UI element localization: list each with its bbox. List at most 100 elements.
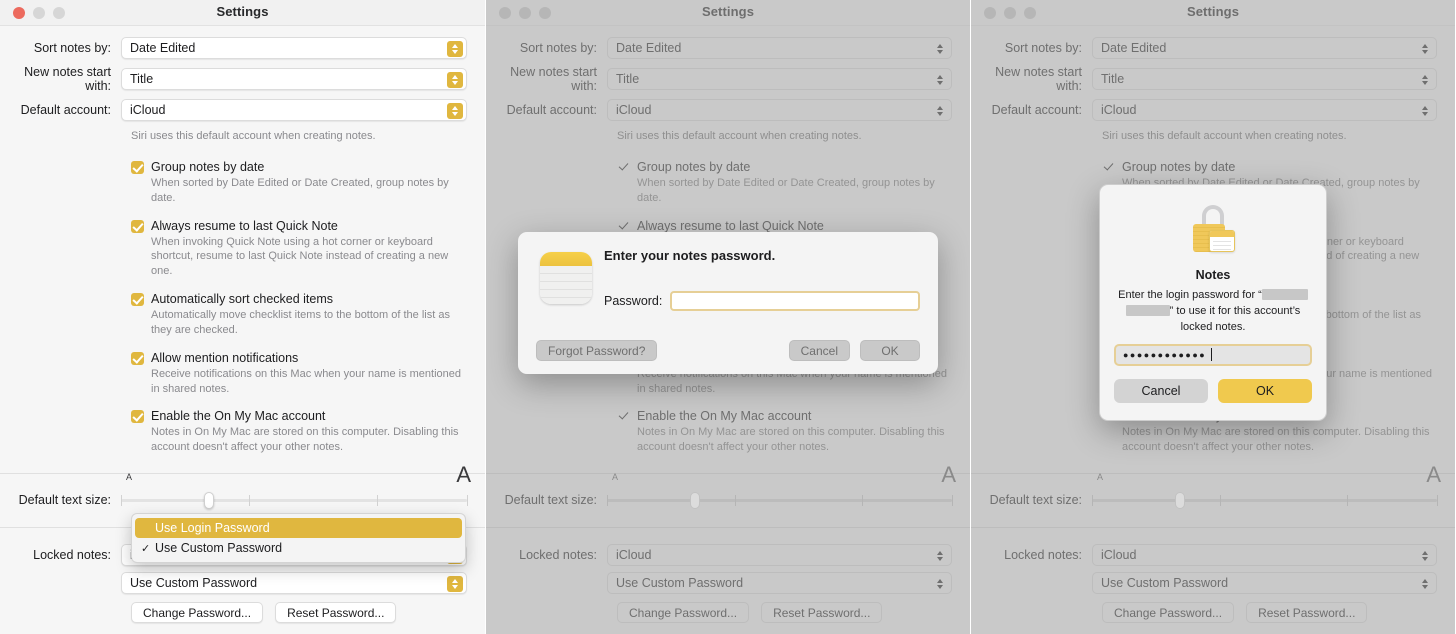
row-sort-notes-by: Sort notes by: Date Edited (504, 37, 952, 59)
titlebar-3: Settings (971, 0, 1455, 26)
chevron-updown-icon[interactable] (932, 576, 948, 592)
reset-password-button[interactable]: Reset Password... (1246, 602, 1368, 624)
checkbox-icon[interactable] (131, 293, 144, 307)
checkbox-icon[interactable] (617, 220, 630, 233)
checkbox-label: Group notes by date (1122, 159, 1236, 174)
select-locked-notes-method[interactable]: Use Custom Password (1092, 572, 1437, 595)
chevron-updown-icon[interactable] (932, 72, 948, 88)
select-default-account[interactable]: iCloud (607, 99, 952, 121)
hint-siri: Siri uses this default account when crea… (131, 130, 376, 142)
select-locked-notes-method[interactable]: Use Custom Password (607, 572, 952, 595)
checkbox-group-notes-by-date[interactable]: Group notes by date When sorted by Date … (131, 160, 467, 206)
select-sort-notes-by[interactable]: Date Edited (121, 37, 467, 59)
slider-default-text-size[interactable]: A A (1092, 464, 1441, 510)
checkbox-icon[interactable] (617, 161, 630, 174)
checkbox-enable-on-my-mac[interactable]: Enable the On My Mac account Notes in On… (617, 409, 952, 455)
message-part-3: locked notes. (1180, 320, 1246, 333)
checkbox-icon[interactable] (1102, 161, 1115, 174)
chevron-updown-icon[interactable] (447, 72, 463, 88)
chevron-updown-icon[interactable] (447, 576, 463, 593)
forgot-password-button[interactable]: Forgot Password? (536, 340, 658, 361)
select-locked-notes-method-value: Use Custom Password (1101, 576, 1229, 591)
redacted-account-name-1 (1261, 289, 1308, 300)
label-locked-notes: Locked notes: (1004, 548, 1082, 563)
row-default-text-size: Default text size: A A (504, 464, 956, 510)
notes-password-dialog: Enter your notes password. Password: For… (518, 232, 938, 374)
cancel-button[interactable]: Cancel (788, 340, 850, 361)
checkbox-icon[interactable] (617, 410, 630, 423)
select-default-account[interactable]: iCloud (1092, 99, 1437, 121)
checkbox-description: Notes in On My Mac are stored on this co… (1122, 426, 1430, 454)
chevron-updown-icon[interactable] (932, 103, 948, 119)
row-sort-notes-by: Sort notes by: Date Edited (18, 37, 467, 59)
change-password-button[interactable]: Change Password... (1102, 602, 1235, 624)
ok-button[interactable]: OK (860, 340, 920, 361)
checkbox-label: Automatically sort checked items (151, 292, 334, 307)
reset-password-button[interactable]: Reset Password... (761, 602, 883, 624)
checkbox-icon[interactable] (131, 219, 144, 233)
slider-default-text-size[interactable]: A A (121, 464, 471, 510)
checkbox-label: Group notes by date (637, 159, 751, 174)
checkbox-group-notes-by-date[interactable]: Group notes by date When sorted by Date … (617, 160, 952, 206)
redacted-account-name-2 (1125, 304, 1170, 316)
checkbox-label: Group notes by date (151, 159, 265, 174)
checkbox-allow-mention-notifications[interactable]: Allow mention notifications Receive noti… (131, 351, 467, 397)
select-locked-notes-method[interactable]: Use Custom Password (121, 572, 467, 595)
chevron-updown-icon[interactable] (1417, 72, 1433, 88)
locked-notes-method-dropdown-menu[interactable]: Use Login Password ✓ Use Custom Password (131, 513, 466, 563)
checkbox-description: When sorted by Date Edited or Date Creat… (637, 176, 935, 204)
cancel-button[interactable]: Cancel (1114, 378, 1208, 403)
checkbox-auto-sort-checked-items[interactable]: Automatically sort checked items Automat… (131, 292, 467, 338)
menu-item-use-login-password[interactable]: Use Login Password (135, 518, 462, 538)
chevron-updown-icon[interactable] (932, 548, 948, 564)
menu-item-use-custom-password[interactable]: ✓ Use Custom Password (135, 538, 462, 558)
select-default-account[interactable]: iCloud (121, 99, 467, 121)
slider-default-text-size[interactable]: A A (607, 464, 956, 510)
slider-knob[interactable] (204, 492, 215, 510)
checkbox-enable-on-my-mac[interactable]: Enable the On My Mac account Notes in On… (131, 409, 467, 455)
change-password-button[interactable]: Change Password... (131, 602, 264, 624)
message-part-1: Enter the login password for “ (1118, 289, 1262, 301)
chevron-updown-icon[interactable] (447, 41, 463, 57)
checkbox-icon[interactable] (131, 410, 144, 424)
label-default-text-size: Default text size: (989, 493, 1082, 508)
select-sort-notes-by-value: Date Edited (130, 41, 196, 55)
chevron-updown-icon[interactable] (1417, 576, 1433, 592)
keychain-password-input[interactable]: ●●●●●●●●●●●● (1114, 343, 1312, 366)
checkbox-always-resume-quick-note[interactable]: Always resume to last Quick Note When in… (131, 219, 467, 280)
select-default-account-value: iCloud (130, 103, 166, 117)
reset-password-button[interactable]: Reset Password... (275, 602, 397, 624)
checkbox-icon[interactable] (131, 351, 144, 365)
checkbox-icon[interactable] (131, 160, 144, 174)
chevron-updown-icon[interactable] (1417, 41, 1433, 57)
select-new-notes-start-with[interactable]: Title (607, 68, 952, 90)
chevron-updown-icon[interactable] (447, 103, 463, 119)
chevron-updown-icon[interactable] (932, 41, 948, 57)
label-sort-notes-by: Sort notes by: (1004, 41, 1082, 55)
select-locked-notes-account[interactable]: iCloud (1092, 544, 1437, 567)
change-password-button[interactable]: Change Password... (617, 602, 750, 624)
select-new-notes-start-with-value: Title (1101, 72, 1125, 86)
slider-knob[interactable] (689, 492, 700, 510)
select-sort-notes-by[interactable]: Date Edited (1092, 37, 1437, 59)
chevron-updown-icon[interactable] (1417, 103, 1433, 119)
slider-knob[interactable] (1174, 492, 1185, 510)
select-locked-notes-method-value: Use Custom Password (616, 576, 744, 591)
row-default-text-size: Default text size: A A (18, 464, 471, 510)
settings-window-3: Settings Sort notes by: Date Edited New … (970, 0, 1455, 634)
select-sort-notes-by[interactable]: Date Edited (607, 37, 952, 59)
select-sort-notes-by-value: Date Edited (1101, 41, 1167, 55)
row-locked-notes-account: Locked notes: iCloud (504, 544, 952, 567)
select-locked-notes-account[interactable]: iCloud (607, 544, 952, 567)
checkbox-description: Notes in On My Mac are stored on this co… (637, 426, 945, 454)
password-input[interactable] (670, 291, 920, 311)
keychain-password-dialog: Notes Enter the login password for “ ” t… (1099, 184, 1327, 421)
select-new-notes-start-with[interactable]: Title (1092, 68, 1437, 90)
chevron-updown-icon[interactable] (1417, 548, 1433, 564)
checkbox-label: Enable the On My Mac account (637, 409, 812, 424)
text-caret (1211, 348, 1212, 362)
window-title: Settings (701, 4, 755, 19)
dialog-heading: Enter your notes password. (604, 248, 776, 263)
ok-button[interactable]: OK (1218, 378, 1312, 403)
select-new-notes-start-with[interactable]: Title (121, 68, 467, 90)
